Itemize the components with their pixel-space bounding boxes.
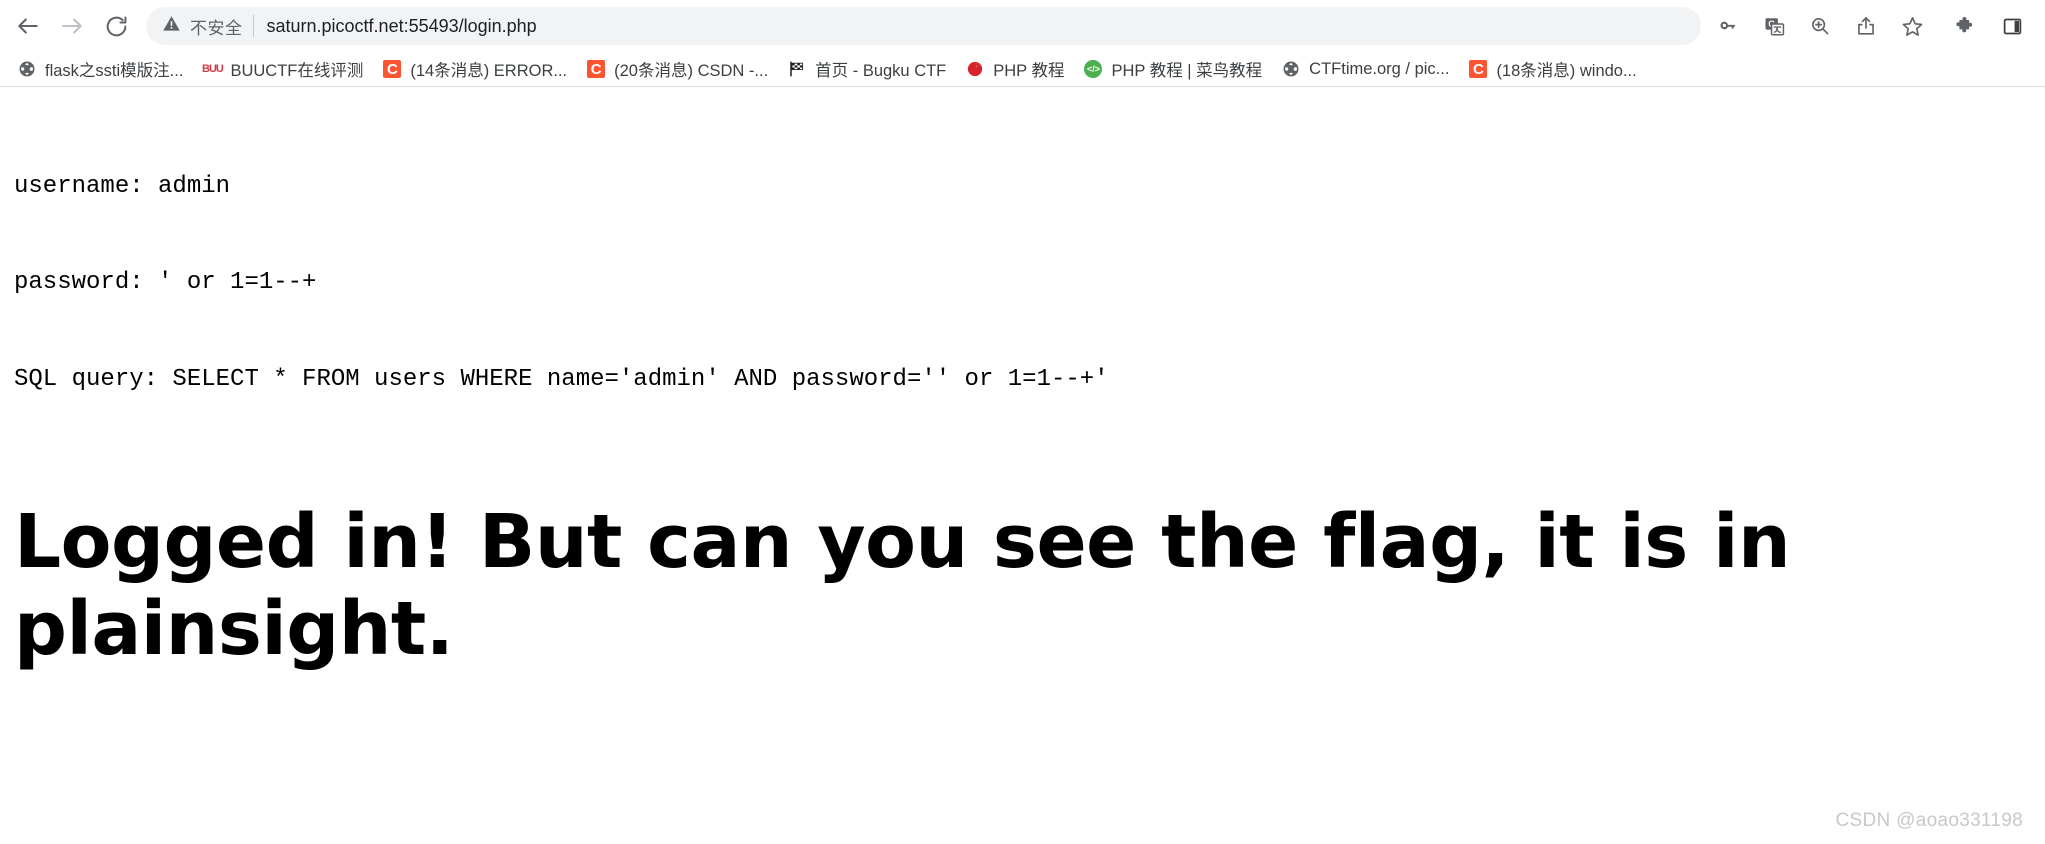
site-security-chip[interactable]: 不安全 xyxy=(162,14,253,39)
address-bar[interactable]: 不安全 saturn.picoctf.net:55493/login.php xyxy=(146,7,1701,45)
bookmark-item[interactable]: BUU BUUCTF在线评测 xyxy=(195,56,371,82)
zoom-button[interactable] xyxy=(1797,4,1843,48)
bookmark-label: 首页 - Bugku CTF xyxy=(815,62,947,80)
browser-chrome: 不安全 saturn.picoctf.net:55493/login.php f… xyxy=(0,0,2045,87)
bookmark-label: PHP 教程 | 菜鸟教程 xyxy=(1111,62,1263,80)
toolbar-actions: G xyxy=(1705,4,2035,48)
bookmarks-bar: flask之ssti模版注... BUU BUUCTF在线评测 C (14条消息… xyxy=(0,52,2045,86)
zoom-in-icon xyxy=(1809,15,1831,37)
forward-button[interactable] xyxy=(50,4,94,48)
globe-icon xyxy=(1282,60,1300,78)
side-panel-icon xyxy=(2002,16,2023,37)
output-line-password: password: ' or 1=1--+ xyxy=(14,269,317,296)
bookmark-label: (20条消息) CSDN -... xyxy=(614,62,769,80)
bookmark-item[interactable]: C (14条消息) ERROR... xyxy=(375,56,575,82)
csdn-icon: C xyxy=(1469,60,1488,78)
back-button[interactable] xyxy=(6,4,50,48)
output-line-sql-query: SQL query: SELECT * FROM users WHERE nam… xyxy=(14,365,1109,393)
bookmark-item[interactable]: </> PHP 教程 | 菜鸟教程 xyxy=(1076,56,1270,82)
reload-button[interactable] xyxy=(94,4,138,48)
bookmark-label: (14条消息) ERROR... xyxy=(410,62,568,80)
bookmark-item[interactable]: CTFtime.org / pic... xyxy=(1274,56,1457,82)
buuctf-icon: BUU xyxy=(202,62,224,75)
back-arrow-icon xyxy=(15,13,41,39)
warning-triangle-icon xyxy=(162,14,181,38)
forward-arrow-icon xyxy=(59,13,85,39)
runoob-icon: </> xyxy=(1084,60,1103,78)
sql-debug-output: username: admin password: ' or 1=1--+ SQ… xyxy=(0,87,2045,457)
reload-icon xyxy=(104,14,129,39)
translate-button[interactable]: G xyxy=(1751,4,1797,48)
page-viewport: username: admin password: ' or 1=1--+ SQ… xyxy=(0,87,2045,844)
bookmark-item[interactable]: C (20条消息) CSDN -... xyxy=(579,56,776,82)
bookmark-star-button[interactable] xyxy=(1889,4,1935,48)
bookmark-label: CTFtime.org / pic... xyxy=(1309,59,1450,78)
password-key-button[interactable] xyxy=(1705,4,1751,48)
bookmark-item[interactable]: PHP 教程 xyxy=(958,56,1072,82)
bookmark-item[interactable]: flask之ssti模版注... xyxy=(10,56,191,82)
share-button[interactable] xyxy=(1843,4,1889,48)
flag-icon xyxy=(788,60,806,78)
csdn-icon: C xyxy=(587,60,606,78)
bookmark-label: (18条消息) windo... xyxy=(1496,62,1637,80)
bookmark-item[interactable]: 首页 - Bugku CTF xyxy=(780,56,954,82)
bookmark-label: flask之ssti模版注... xyxy=(45,62,184,80)
bookmark-item[interactable]: C (18条消息) windo... xyxy=(1461,56,1644,82)
url-text[interactable]: saturn.picoctf.net:55493/login.php xyxy=(267,16,537,37)
translate-icon: G xyxy=(1764,16,1785,37)
share-icon xyxy=(1855,15,1877,37)
w3school-icon xyxy=(966,60,984,78)
output-line-username: username: admin xyxy=(14,172,231,200)
globe-icon xyxy=(18,60,36,78)
omnibox-divider xyxy=(252,15,254,37)
watermark: CSDN @aoao331198 xyxy=(1835,810,2023,831)
side-panel-button[interactable] xyxy=(1989,4,2035,48)
bookmark-label: PHP 教程 xyxy=(993,62,1065,80)
bookmark-star-icon xyxy=(1901,15,1924,38)
security-status-text: 不安全 xyxy=(190,18,243,38)
csdn-icon: C xyxy=(383,60,402,78)
bookmark-label: BUUCTF在线评测 xyxy=(230,62,364,80)
extensions-button[interactable] xyxy=(1943,4,1989,48)
browser-toolbar: 不安全 saturn.picoctf.net:55493/login.php xyxy=(0,0,2045,52)
page-heading: Logged in! But can you see the flag, it … xyxy=(14,499,1791,673)
password-key-icon xyxy=(1717,15,1739,37)
omnibox-action-group: G xyxy=(1705,4,1935,48)
extensions-puzzle-icon xyxy=(1955,15,1977,37)
